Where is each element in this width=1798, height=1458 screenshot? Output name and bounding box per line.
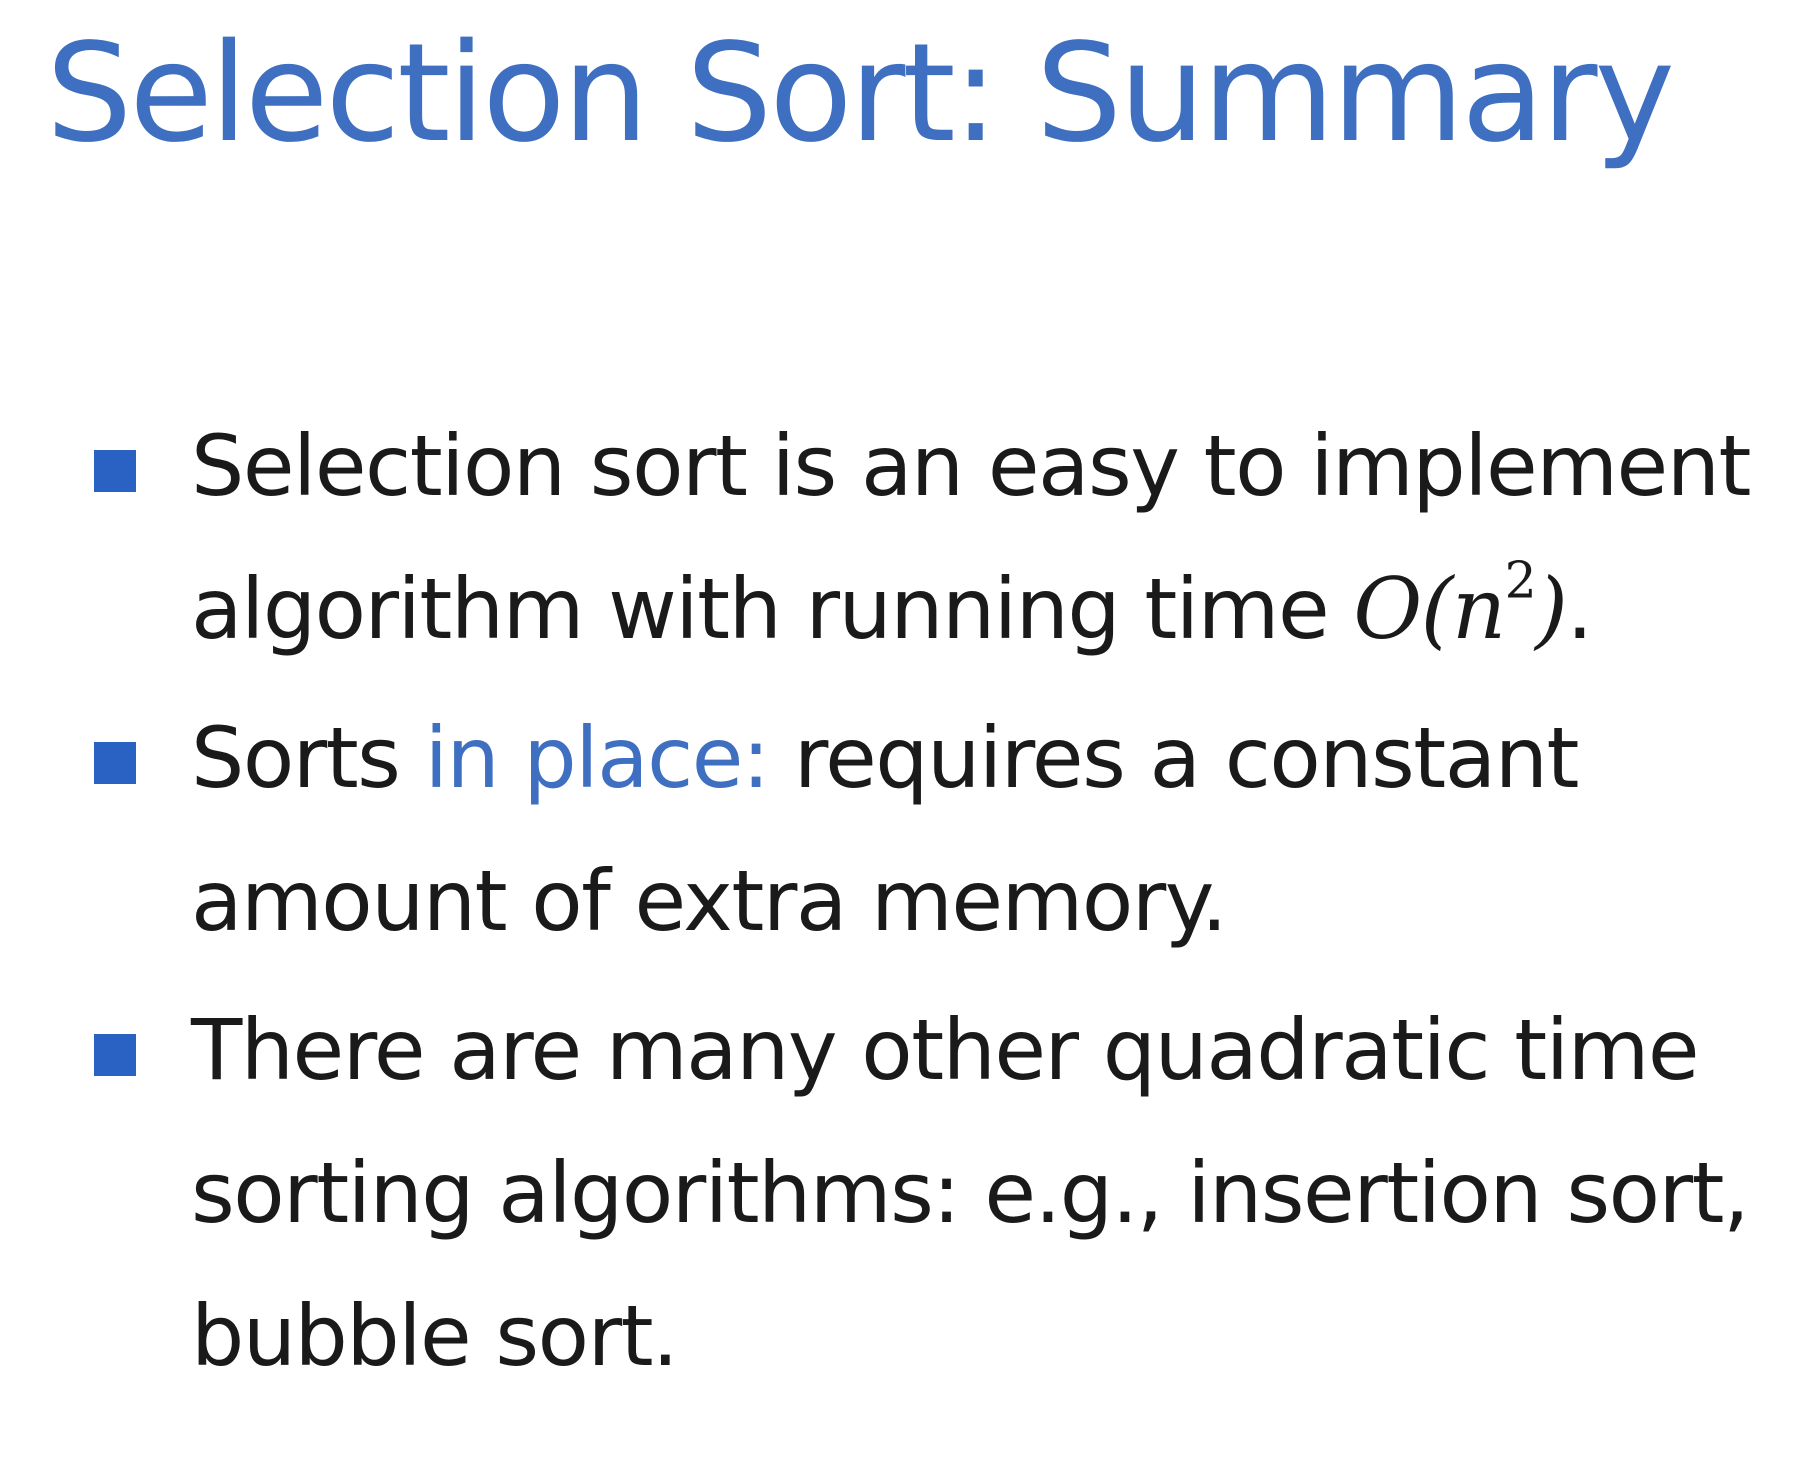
math-exponent: 2 [1504,550,1537,610]
math-close: ) [1535,560,1568,658]
bullet-text: Sorts [191,709,425,807]
bullet-list: Selection sort is an easy to implement a… [92,395,1782,1414]
bullet-text: There are many other quadratic time sort… [191,1001,1750,1385]
square-bullet-icon [94,450,136,492]
math-base: O(n [1353,560,1506,658]
square-bullet-icon [94,1034,136,1076]
bullet-item-running-time: Selection sort is an easy to implement a… [92,395,1782,681]
big-o-notation: O(n2) [1353,555,1568,658]
slide-title: Selection Sort: Summary [45,15,1675,173]
bullet-text-end: . [1566,560,1593,658]
slide: Selection Sort: Summary Selection sort i… [0,0,1798,1458]
bullet-item-other-algorithms: There are many other quadratic time sort… [92,979,1782,1408]
highlighted-term: in place: [424,709,771,807]
square-bullet-icon [94,742,136,784]
bullet-item-in-place: Sorts in place: requires a constant amou… [92,687,1782,973]
